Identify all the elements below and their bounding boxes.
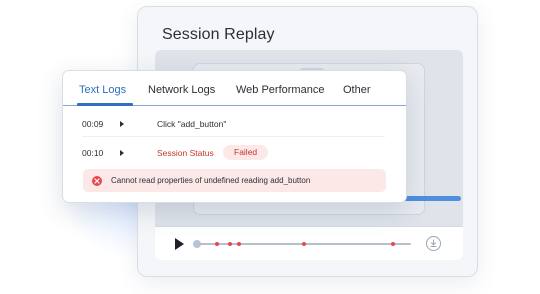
active-tab-indicator [77, 103, 133, 106]
status-badge: Failed [223, 145, 269, 160]
log-row[interactable]: 00:09 Click "add_button" [82, 111, 385, 137]
log-timestamp: 00:09 [82, 119, 104, 129]
tab-network-logs[interactable]: Network Logs [148, 84, 215, 96]
tab-web-performance[interactable]: Web Performance [236, 84, 324, 96]
download-icon[interactable] [426, 236, 441, 251]
logs-panel: Text Logs Network Logs Web Performance O… [62, 70, 407, 203]
expand-caret-icon[interactable] [120, 150, 124, 156]
player-controls [155, 226, 463, 260]
timeline-error-marker[interactable] [215, 242, 219, 246]
log-row[interactable]: 00:10 Session Status Failed [63, 140, 406, 166]
tab-other[interactable]: Other [343, 84, 371, 96]
logs-tab-bar: Text Logs Network Logs Web Performance O… [63, 71, 406, 106]
replay-progress-bar [403, 196, 461, 201]
error-banner: Cannot read properties of undefined read… [83, 169, 386, 192]
session-replay-title: Session Replay [162, 26, 275, 43]
timeline-error-marker[interactable] [391, 242, 395, 246]
tab-text-logs[interactable]: Text Logs [79, 84, 126, 96]
timeline-error-marker[interactable] [302, 242, 306, 246]
timeline-error-marker[interactable] [237, 242, 241, 246]
log-message: Session Status [157, 148, 214, 158]
error-x-icon [92, 176, 102, 186]
log-message: Click "add_button" [157, 119, 227, 129]
play-icon[interactable] [175, 238, 184, 250]
timeline-error-marker[interactable] [228, 242, 232, 246]
log-timestamp: 00:10 [82, 148, 104, 158]
error-message: Cannot read properties of undefined read… [111, 176, 311, 185]
timeline-scrubber[interactable] [193, 240, 201, 248]
expand-caret-icon[interactable] [120, 121, 124, 127]
